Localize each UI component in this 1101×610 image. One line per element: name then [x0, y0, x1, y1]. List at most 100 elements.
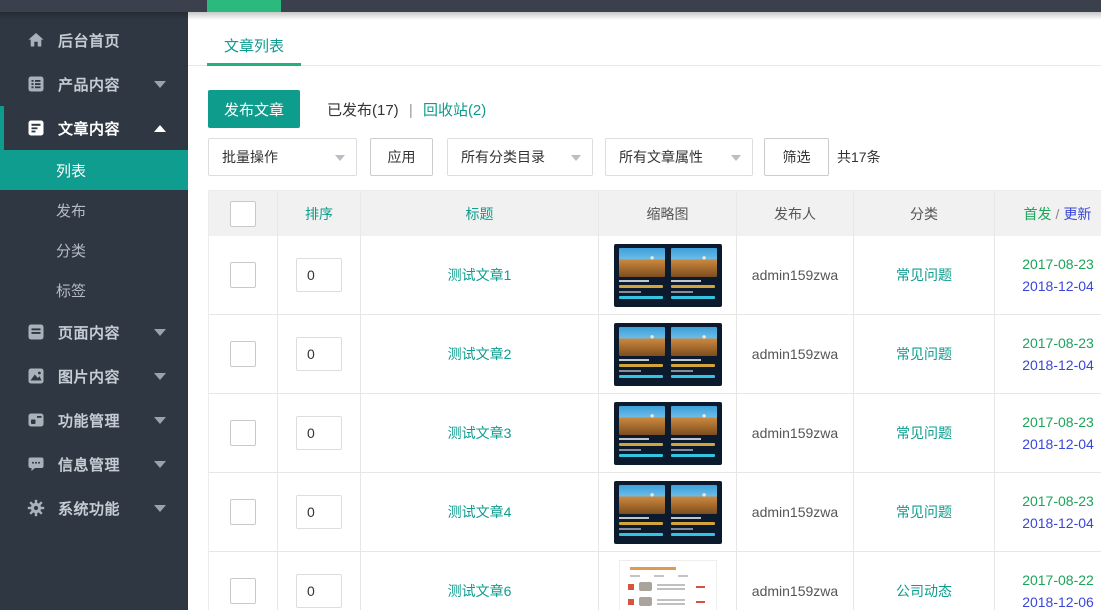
sort-order-input[interactable] [296, 258, 342, 292]
updated-date: 2018-12-06 [1022, 591, 1094, 610]
table-header-title: 标题 [361, 191, 599, 236]
sidebar-subitem-tags[interactable]: 标签 [0, 270, 188, 310]
bulk-action-select[interactable]: 批量操作 [208, 138, 357, 176]
chevron-down-icon [335, 155, 345, 161]
category-filter-value: 所有分类目录 [461, 147, 545, 167]
row-checkbox[interactable] [230, 262, 256, 288]
sidebar-subitem-publish[interactable]: 发布 [0, 190, 188, 230]
sort-order-input[interactable] [296, 416, 342, 450]
updated-date: 2018-12-04 [1022, 433, 1094, 455]
select-all-checkbox[interactable] [230, 201, 256, 227]
article-title-link[interactable]: 测试文章2 [448, 344, 512, 364]
row-sort-cell [278, 552, 361, 610]
sort-order-input[interactable] [296, 495, 342, 529]
status-filter-links: 已发布(17) | 回收站(2) [327, 99, 486, 120]
article-thumbnail [614, 323, 722, 386]
sort-order-input[interactable] [296, 337, 342, 371]
topbar-active-indicator [207, 0, 281, 12]
gear-icon [27, 499, 45, 517]
sidebar-item-pages[interactable]: 页面内容 [0, 310, 188, 354]
row-title-cell: 测试文章4 [361, 473, 599, 551]
sidebar-item-label: 信息管理 [58, 454, 120, 475]
table-row: 测试文章6 admin159zwa 公司动态 2017-08-22 2018-1… [209, 552, 1101, 610]
article-title-link[interactable]: 测试文章6 [448, 581, 512, 601]
total-count: 共17条 [837, 147, 881, 167]
row-title-cell: 测试文章3 [361, 394, 599, 472]
row-dates-cell: 2017-08-23 2018-12-04 [995, 315, 1101, 393]
table-header-publisher: 发布人 [737, 191, 854, 236]
row-publisher: admin159zwa [737, 394, 854, 472]
attribute-filter-value: 所有文章属性 [619, 147, 703, 167]
category-link[interactable]: 常见问题 [896, 502, 952, 522]
chevron-down-icon [731, 155, 741, 161]
row-category-cell: 常见问题 [854, 236, 995, 314]
category-link[interactable]: 常见问题 [896, 344, 952, 364]
tab-article-list[interactable]: 文章列表 [207, 24, 301, 66]
sidebar-item-messages[interactable]: 信息管理 [0, 442, 188, 486]
tab-bar: 文章列表 [188, 12, 1101, 66]
row-title-cell: 测试文章1 [361, 236, 599, 314]
apply-button[interactable]: 应用 [370, 138, 433, 176]
chevron-down-icon [154, 373, 166, 380]
features-icon [27, 411, 45, 429]
table-row: 测试文章2 admin159zwa 常见问题 2017-08-23 2018-1… [209, 315, 1101, 394]
updated-date: 2018-12-04 [1022, 354, 1094, 376]
row-checkbox-cell [209, 552, 278, 610]
row-sort-cell [278, 473, 361, 551]
sidebar-subitem-label: 标签 [56, 280, 86, 301]
table-header-updated[interactable]: 更新 [1063, 204, 1091, 224]
article-thumbnail [619, 560, 717, 610]
link-separator: | [409, 102, 413, 119]
publish-article-button[interactable]: 发布文章 [208, 90, 300, 128]
sidebar-subitem-list[interactable]: 列表 [0, 150, 188, 190]
category-filter-select[interactable]: 所有分类目录 [447, 138, 593, 176]
page: 后台首页 产品内容 文章内容 列表 发布 分类 标签 [0, 0, 1101, 610]
sidebar-item-images[interactable]: 图片内容 [0, 354, 188, 398]
row-title-cell: 测试文章2 [361, 315, 599, 393]
sidebar-subitem-label: 发布 [56, 200, 86, 221]
attribute-filter-select[interactable]: 所有文章属性 [605, 138, 753, 176]
row-checkbox[interactable] [230, 420, 256, 446]
sidebar-item-articles[interactable]: 文章内容 [0, 106, 188, 150]
tab-active-underline [207, 63, 301, 66]
chevron-down-icon [154, 461, 166, 468]
sort-order-input[interactable] [296, 574, 342, 608]
sidebar-item-features[interactable]: 功能管理 [0, 398, 188, 442]
article-title-link[interactable]: 测试文章4 [448, 502, 512, 522]
sidebar-item-system[interactable]: 系统功能 [0, 486, 188, 530]
article-title-link[interactable]: 测试文章1 [448, 265, 512, 285]
sidebar-item-label: 产品内容 [58, 74, 120, 95]
category-link[interactable]: 常见问题 [896, 423, 952, 443]
bulk-action-value: 批量操作 [222, 147, 278, 167]
row-category-cell: 公司动态 [854, 552, 995, 610]
row-checkbox-cell [209, 473, 278, 551]
table-row: 测试文章3 admin159zwa 常见问题 2017-08-23 2018-1… [209, 394, 1101, 473]
sidebar-subitem-category[interactable]: 分类 [0, 230, 188, 270]
filter-button[interactable]: 筛选 [764, 138, 829, 176]
sidebar-item-dashboard[interactable]: 后台首页 [0, 18, 188, 62]
row-category-cell: 常见问题 [854, 394, 995, 472]
article-title-link[interactable]: 测试文章3 [448, 423, 512, 443]
published-filter-link[interactable]: 已发布(17) [327, 102, 399, 119]
row-dates-cell: 2017-08-23 2018-12-04 [995, 473, 1101, 551]
home-icon [27, 31, 45, 49]
sidebar-item-label: 系统功能 [58, 498, 120, 519]
row-thumb-cell [599, 473, 737, 551]
chevron-down-icon [571, 155, 581, 161]
row-checkbox[interactable] [230, 341, 256, 367]
row-checkbox[interactable] [230, 499, 256, 525]
chevron-down-icon [154, 329, 166, 336]
table-header-thumbnail: 缩略图 [599, 191, 737, 236]
sidebar-item-products[interactable]: 产品内容 [0, 62, 188, 106]
sidebar-item-label: 文章内容 [58, 118, 120, 139]
recycle-bin-link[interactable]: 回收站(2) [423, 102, 486, 119]
row-checkbox[interactable] [230, 578, 256, 604]
category-link[interactable]: 常见问题 [896, 265, 952, 285]
tab-label: 文章列表 [224, 35, 284, 56]
sidebar: 后台首页 产品内容 文章内容 列表 发布 分类 标签 [0, 12, 188, 610]
category-link[interactable]: 公司动态 [896, 581, 952, 601]
row-sort-cell [278, 236, 361, 314]
table-header-first-published[interactable]: 首发 [1024, 204, 1052, 224]
table-header-category: 分类 [854, 191, 995, 236]
article-thumbnail [614, 244, 722, 307]
